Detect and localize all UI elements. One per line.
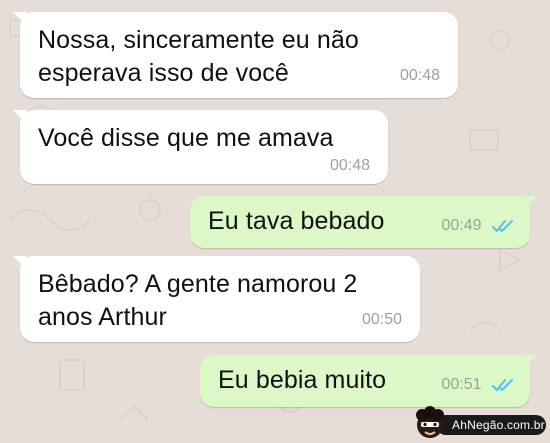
double-check-read-icon (492, 378, 513, 392)
message-bubble-incoming[interactable]: Bêbado? A gente namorou 2 anos Arthur 00… (13, 256, 420, 342)
site-watermark: AhNegão.com.br (412, 405, 548, 441)
bubble-tail (13, 256, 27, 270)
message-bubble-incoming[interactable]: Você disse que me amava 00:48 (13, 110, 388, 184)
bubble-tail (523, 355, 537, 369)
message-text: Você disse que me amava (38, 124, 334, 152)
bubble-tail (523, 196, 537, 210)
message-text: Bêbado? A gente namorou 2 anos Arthur (38, 270, 358, 331)
message-bubble-outgoing[interactable]: Eu tava bebado 00:49 (190, 196, 537, 248)
message-bubble-outgoing[interactable]: Eu bebia muito 00:51 (200, 355, 537, 407)
message-time: 00:48 (399, 67, 440, 84)
message-time: 00:48 (329, 157, 370, 174)
mascot-logo-icon (416, 406, 444, 438)
message-time: 00:49 (442, 217, 515, 235)
bubble-tail (13, 12, 27, 26)
bubble-tail (13, 110, 27, 124)
message-text: Nossa, sinceramente eu não esperava isso… (38, 26, 359, 87)
message-time: 00:50 (361, 311, 402, 328)
message-time-label: 00:49 (441, 217, 482, 234)
message-time-label: 00:51 (441, 376, 482, 393)
watermark-label: AhNegão.com.br (436, 415, 546, 435)
double-check-read-icon (492, 219, 513, 233)
message-time: 00:51 (442, 376, 515, 394)
message-bubble-incoming[interactable]: Nossa, sinceramente eu não esperava isso… (13, 12, 458, 98)
